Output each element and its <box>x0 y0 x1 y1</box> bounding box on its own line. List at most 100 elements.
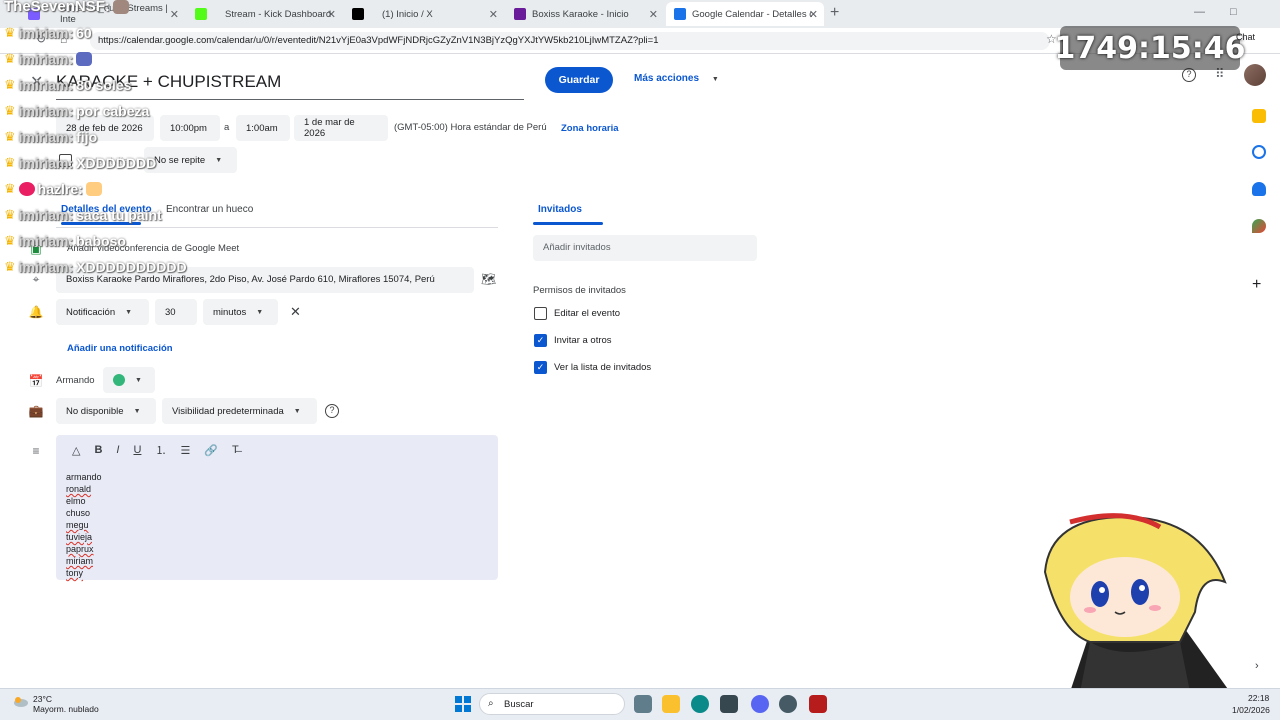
app-icon[interactable] <box>779 695 797 713</box>
tab-label: Boxiss Karaoke - Inicio <box>532 8 629 20</box>
notification-unit-select[interactable]: minutos ▼ <box>203 299 278 325</box>
visibility-help-icon[interactable]: ? <box>325 404 339 418</box>
chat-message: ♛ imiriam: fijo <box>4 129 97 145</box>
availability-value: No disponible <box>66 405 124 417</box>
permission-see-list-label: Ver la lista de invitados <box>554 362 652 373</box>
close-tab-icon[interactable]: ✕ <box>649 8 658 21</box>
drive-icon[interactable]: △ <box>72 444 80 457</box>
taskbar-time: 22:18 <box>1248 693 1270 703</box>
permission-edit-checkbox[interactable] <box>534 307 547 320</box>
taskbar-date: 1/02/2026 <box>1232 705 1270 715</box>
close-tab-icon[interactable]: ✕ <box>170 8 179 21</box>
boxiss-icon <box>514 8 526 20</box>
tab-guests[interactable]: Invitados <box>538 204 582 215</box>
new-tab-icon[interactable]: + <box>830 4 839 22</box>
vtuber-character-image <box>1043 513 1230 692</box>
description-line: miriam <box>66 556 93 566</box>
permission-invite-checkbox[interactable]: ✓ <box>534 334 547 347</box>
contacts-icon[interactable] <box>1252 182 1266 196</box>
save-button[interactable]: Guardar <box>545 67 613 93</box>
description-line: elmo <box>66 496 86 506</box>
notification-value-input[interactable]: 30 <box>155 299 197 325</box>
add-addon-icon[interactable]: + <box>1252 276 1261 294</box>
end-date-field[interactable]: 1 de mar de 2026 <box>294 115 388 141</box>
maps-icon[interactable] <box>1252 219 1266 233</box>
tab-x-inicio[interactable]: (1) Inicio / X ✕ <box>344 2 504 26</box>
visibility-value: Visibilidad predeterminada <box>172 405 284 417</box>
calendar-color-select[interactable]: ▼ <box>103 367 155 393</box>
edge-icon[interactable] <box>691 695 709 713</box>
link-icon[interactable]: 🔗 <box>204 444 218 457</box>
taskbar-search[interactable]: ⌕ Buscar <box>479 693 625 715</box>
chat-button[interactable]: Chat <box>1236 32 1255 42</box>
description-icon: ≡ <box>32 444 40 458</box>
crown-icon: ♛ <box>4 103 16 118</box>
expand-panel-icon[interactable]: › <box>1255 660 1259 672</box>
tab-label: (1) Inicio / X <box>382 8 433 20</box>
maximize-icon[interactable]: □ <box>1230 6 1237 18</box>
permission-invite-label: Invitar a otros <box>554 335 612 346</box>
crown-icon: ♛ <box>4 129 16 144</box>
chat-text: baboso <box>76 233 126 249</box>
x-icon <box>352 8 364 20</box>
search-icon: ⌕ <box>488 698 494 709</box>
start-time-field[interactable]: 10:00pm <box>160 115 220 141</box>
close-tab-icon[interactable]: ✕ <box>327 8 336 21</box>
chat-text: 80 soles <box>76 77 132 93</box>
tab-google-calendar[interactable]: Google Calendar - Detalles del eve ✕ <box>666 2 824 26</box>
emote-icon <box>85 182 102 196</box>
bold-icon[interactable]: B <box>94 444 102 456</box>
url-field[interactable]: https://calendar.google.com/calendar/u/0… <box>90 32 1050 50</box>
permission-see-list-checkbox[interactable]: ✓ <box>534 361 547 374</box>
crown-icon: ♛ <box>4 207 16 222</box>
close-tab-icon[interactable]: ✕ <box>489 8 498 21</box>
permission-edit-label: Editar el evento <box>554 308 621 319</box>
tab-boxiss-karaoke[interactable]: Boxiss Karaoke - Inicio ✕ <box>506 2 664 26</box>
clear-format-icon[interactable]: T̶ <box>232 444 239 456</box>
add-notification-link[interactable]: Añadir una notificación <box>67 343 173 354</box>
availability-select[interactable]: No disponible ▼ <box>56 398 156 424</box>
active-tab-indicator <box>533 222 603 225</box>
permissions-title: Permisos de invitados <box>533 285 626 296</box>
avatar-badge-icon <box>18 182 35 196</box>
tab-kick-dashboard[interactable]: Stream - Kick Dashboard ✕ <box>187 2 342 26</box>
task-view-icon[interactable] <box>634 695 652 713</box>
game-app-icon[interactable] <box>809 695 827 713</box>
timezone-link[interactable]: Zona horaria <box>561 123 619 134</box>
notification-unit-value: minutos <box>213 306 247 318</box>
chat-message: ♛ imiriam: XDDDDDDDDDD <box>4 259 187 275</box>
chat-text: fijo <box>76 129 98 145</box>
bulleted-list-icon[interactable]: ☰ <box>180 444 190 457</box>
underline-icon[interactable]: U <box>133 444 141 456</box>
remove-notification-icon[interactable]: ✕ <box>290 304 301 320</box>
numbered-list-icon[interactable]: ⒈ <box>155 442 166 458</box>
stream-timer: 1749:15:46 <box>1055 26 1246 70</box>
minimize-icon[interactable]: — <box>1194 6 1205 18</box>
help-icon[interactable]: ? <box>1182 68 1196 82</box>
repeat-select[interactable]: No se repite ▼ <box>144 147 237 173</box>
caret-down-icon: ▼ <box>133 407 141 415</box>
repeat-value: No se repite <box>154 154 206 166</box>
description-editor[interactable]: △ B I U ⒈ ☰ 🔗 T̶ armando ronald elmo chu… <box>56 435 498 580</box>
notification-type-select[interactable]: Notificación ▼ <box>56 299 149 325</box>
file-explorer-icon[interactable] <box>662 695 680 713</box>
keep-icon[interactable] <box>1252 109 1266 123</box>
close-tab-icon[interactable]: ✕ <box>809 8 818 21</box>
caret-down-icon: ▼ <box>711 76 719 83</box>
more-actions-button[interactable]: Más acciones ▼ <box>634 73 719 84</box>
end-time-field[interactable]: 1:00am <box>236 115 290 141</box>
windows-start-icon[interactable] <box>455 696 471 712</box>
terminal-icon[interactable] <box>720 695 738 713</box>
description-line: megu <box>66 520 89 530</box>
avatar[interactable] <box>1244 64 1266 86</box>
italic-icon[interactable]: I <box>116 444 119 456</box>
chat-user: imiriam: <box>18 51 74 67</box>
add-guests-input[interactable]: Añadir invitados <box>533 235 757 261</box>
discord-icon[interactable] <box>751 695 769 713</box>
tasks-icon[interactable] <box>1252 145 1266 159</box>
map-icon[interactable]: 🗺 <box>481 272 496 286</box>
briefcase-icon: 💼 <box>28 404 44 418</box>
to-label: a <box>224 122 230 133</box>
visibility-select[interactable]: Visibilidad predeterminada ▼ <box>162 398 317 424</box>
tab-find-slot[interactable]: Encontrar un hueco <box>166 204 253 215</box>
